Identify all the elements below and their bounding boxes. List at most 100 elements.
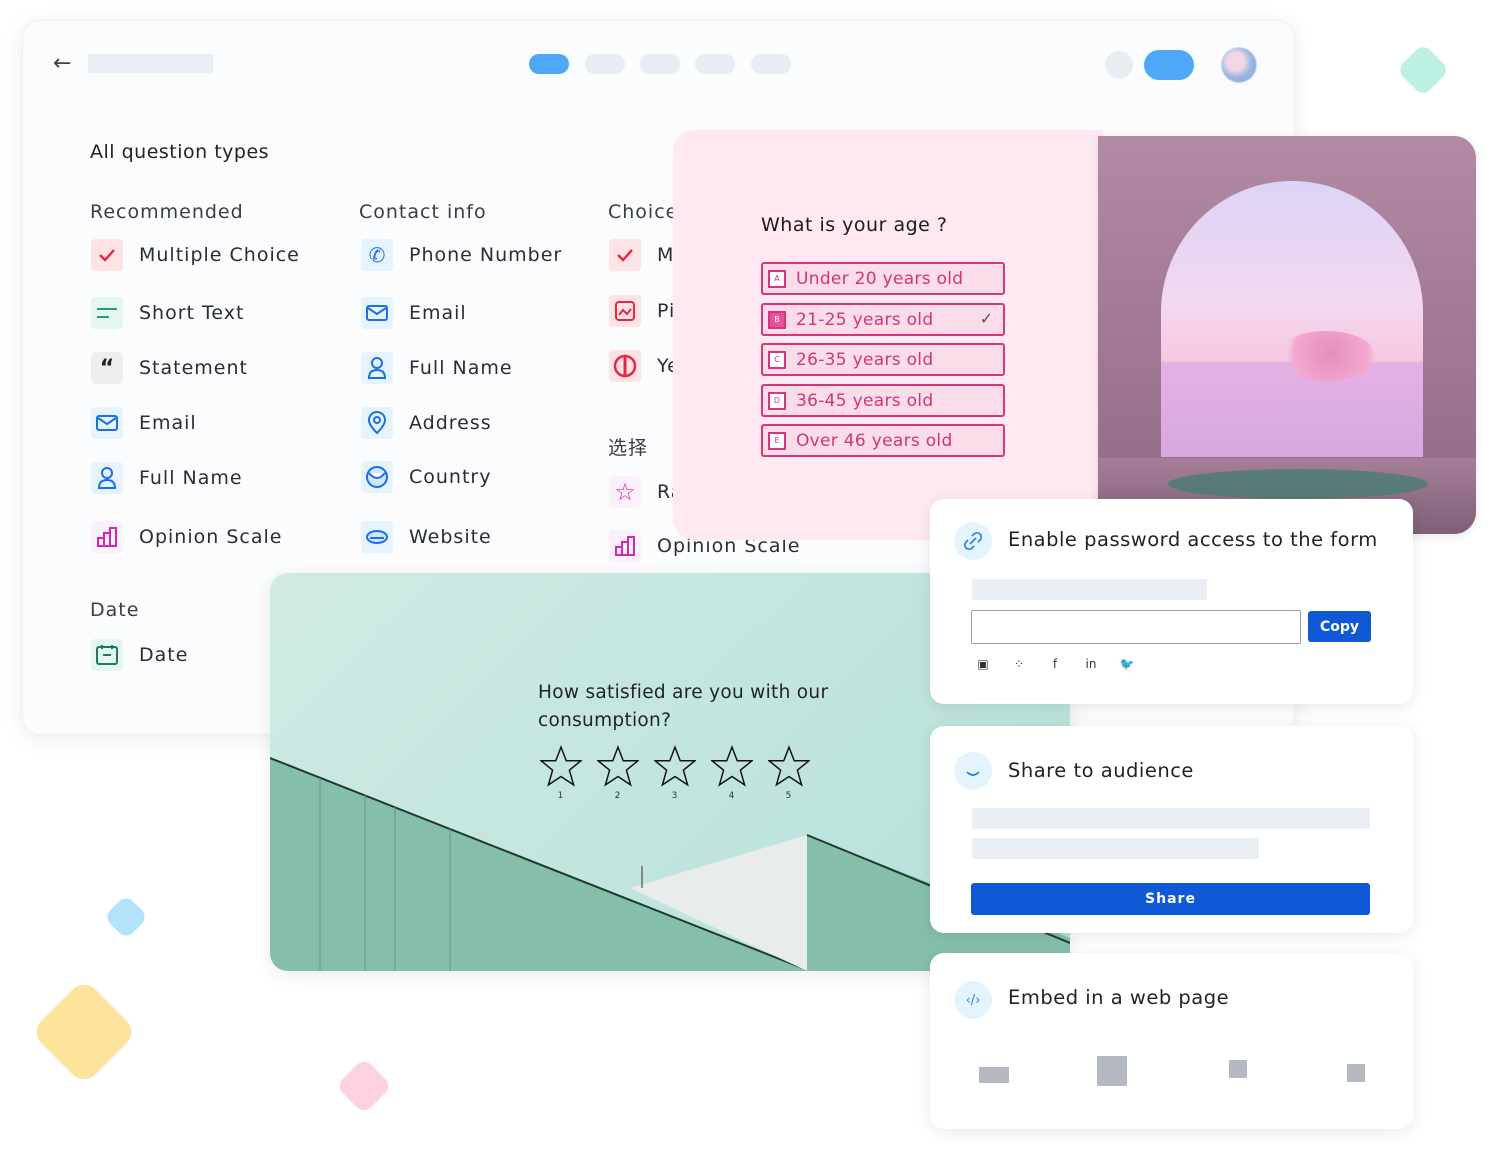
question-type-label: M (657, 244, 675, 266)
star-icon (539, 745, 582, 787)
form-link-input[interactable] (971, 610, 1301, 644)
tab-2[interactable] (585, 54, 625, 74)
tab-5[interactable] (751, 54, 791, 74)
question-type-phone-number[interactable]: ✆ Phone Number (361, 239, 562, 271)
rating-star[interactable]: 2 (589, 745, 646, 801)
cloud-image (1276, 331, 1376, 381)
toolbar-circle-button[interactable] (1105, 51, 1133, 79)
question-type-label: Address (409, 412, 492, 434)
question-type-label: Country (409, 466, 492, 488)
question-type-short-text[interactable]: Short Text (91, 297, 244, 329)
audience-card-title: Share to audience (1008, 759, 1194, 782)
question-type-label: Email (409, 302, 467, 324)
share-button[interactable]: Share (971, 883, 1370, 915)
tab-4[interactable] (695, 54, 735, 74)
star-icon (596, 745, 639, 787)
email-icon (361, 297, 393, 329)
image-icon[interactable]: ▣ (976, 657, 990, 671)
option-label: Over 46 years old (796, 430, 953, 451)
location-pin-icon (361, 407, 393, 439)
age-option-selected[interactable]: B 21-25 years old ✓ (761, 303, 1005, 336)
group-label-choice-zh: 选择 (608, 437, 649, 459)
age-option[interactable]: C 26-35 years old (761, 343, 1005, 376)
facebook-icon[interactable]: f (1048, 657, 1062, 671)
question-type-website[interactable]: Website (361, 521, 492, 553)
group-label-choice: Choice (608, 201, 679, 223)
question-type-date[interactable]: Date (91, 639, 188, 671)
question-type-multiple-choice-2[interactable]: M (609, 239, 674, 271)
question-type-opinion-scale[interactable]: Opinion Scale (91, 521, 282, 553)
pool-image (1168, 469, 1428, 499)
question-type-yes-no[interactable]: Ye (609, 350, 680, 382)
checkmark-icon (91, 239, 123, 271)
decoration-diamond-yellow (30, 978, 138, 1086)
option-key: C (768, 350, 786, 369)
option-label: 21-25 years old (796, 309, 934, 330)
age-question-card: What is your age ? A Under 20 years old … (673, 130, 1103, 540)
short-text-icon (91, 297, 123, 329)
option-label: 26-35 years old (796, 349, 934, 370)
star-rating[interactable]: 1 2 3 4 5 (532, 745, 817, 801)
question-type-label: Website (409, 526, 492, 548)
decoration-diamond-pink (335, 1057, 393, 1115)
embed-option-popup[interactable] (1229, 1060, 1247, 1078)
publish-button[interactable] (1144, 50, 1194, 80)
question-type-label: Short Text (139, 302, 245, 324)
rating-star[interactable]: 5 (760, 745, 817, 801)
bar-chart-icon (609, 530, 641, 562)
satisfaction-question: How satisfied are you with our consumpti… (538, 682, 829, 731)
copy-button[interactable]: Copy (1308, 611, 1371, 642)
embed-option-full-page[interactable] (1097, 1056, 1127, 1086)
star-icon: ☆ (609, 476, 641, 508)
star-icon (653, 745, 696, 787)
question-type-picture-choice[interactable]: Pi (609, 295, 675, 327)
question-type-label: Email (139, 412, 197, 434)
age-option[interactable]: D 36-45 years old (761, 384, 1005, 417)
decoration-diamond-blue (103, 894, 149, 940)
embed-option-side-panel[interactable] (1347, 1064, 1365, 1082)
question-type-label: Opinion Scale (139, 526, 283, 548)
question-type-country[interactable]: Country (361, 461, 491, 493)
embed-option-standard[interactable] (979, 1067, 1009, 1083)
rating-star[interactable]: 1 (532, 745, 589, 801)
star-number-label: 5 (785, 791, 792, 801)
password-card-title: Enable password access to the form (1008, 528, 1378, 551)
arch-window (1161, 181, 1423, 457)
question-type-label: Date (139, 644, 189, 666)
linkedin-icon[interactable]: in (1084, 657, 1098, 671)
question-type-multiple-choice[interactable]: Multiple Choice (91, 239, 300, 271)
password-access-card: Enable password access to the form Copy … (930, 499, 1413, 704)
question-type-label: Full Name (139, 467, 243, 489)
question-type-statement[interactable]: “ Statement (91, 352, 248, 384)
tab-3[interactable] (640, 54, 680, 74)
question-type-label: Multiple Choice (139, 244, 300, 266)
arch-sea-background-image (1098, 136, 1476, 534)
group-label-recommended: Recommended (90, 201, 244, 223)
rating-star[interactable]: 4 (703, 745, 760, 801)
age-option[interactable]: A Under 20 years old (761, 262, 1005, 295)
question-type-email[interactable]: Email (361, 297, 467, 329)
question-type-full-name[interactable]: Full Name (91, 462, 243, 494)
avatar[interactable] (1221, 47, 1257, 83)
question-type-address[interactable]: Address (361, 407, 492, 439)
form-title-placeholder (88, 54, 213, 73)
question-type-label: Full Name (409, 357, 513, 379)
rating-star[interactable]: 3 (646, 745, 703, 801)
star-icon (710, 745, 753, 787)
twitter-icon[interactable]: 🐦 (1120, 657, 1135, 671)
option-label: Under 20 years old (796, 268, 964, 289)
smile-icon (954, 752, 992, 790)
question-type-full-name[interactable]: Full Name (361, 352, 513, 384)
option-key: D (768, 391, 786, 410)
age-option[interactable]: E Over 46 years old (761, 424, 1005, 457)
description-placeholder (972, 579, 1207, 600)
phone-icon: ✆ (361, 239, 393, 271)
qr-code-icon[interactable]: ⁘ (1012, 657, 1026, 671)
email-icon (91, 407, 123, 439)
star-icon (767, 745, 810, 787)
section-title: All question types (90, 141, 270, 163)
tab-1[interactable] (529, 54, 569, 74)
question-type-email[interactable]: Email (91, 407, 197, 439)
back-arrow-icon[interactable]: ← (53, 51, 79, 77)
calendar-icon (91, 639, 123, 671)
